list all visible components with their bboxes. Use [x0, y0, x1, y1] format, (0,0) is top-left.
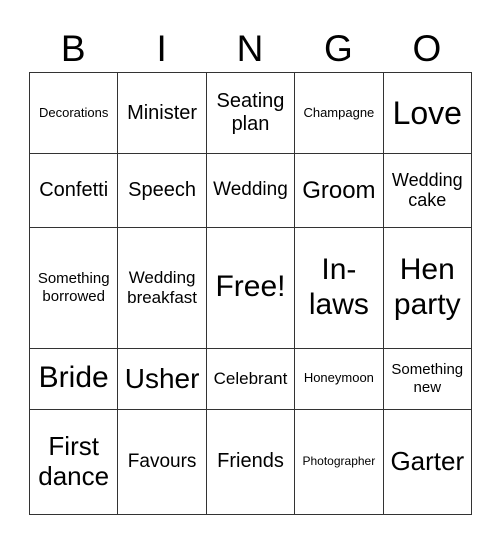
- bingo-cell[interactable]: Love: [382, 71, 473, 155]
- bingo-grid: Decorations Minister Seating plan Champa…: [28, 71, 473, 516]
- header-letter-g: G: [324, 28, 353, 69]
- bingo-cell[interactable]: Celebrant: [205, 347, 296, 410]
- bingo-cell[interactable]: Wedding breakfast: [117, 226, 207, 349]
- grid-row: Confetti Speech Wedding Groom Wedding ca…: [28, 153, 473, 228]
- bingo-cell[interactable]: Hen party: [382, 226, 473, 349]
- bingo-cell[interactable]: Honeymoon: [294, 347, 384, 410]
- bingo-cell[interactable]: Seating plan: [205, 71, 296, 155]
- header-letter-o: O: [412, 28, 442, 69]
- bingo-cell[interactable]: Confetti: [28, 153, 119, 228]
- bingo-cell[interactable]: Minister: [117, 71, 207, 155]
- bingo-cell[interactable]: Something new: [382, 347, 473, 410]
- bingo-cell[interactable]: First dance: [28, 408, 119, 516]
- bingo-cell[interactable]: Usher: [117, 347, 207, 410]
- bingo-cell[interactable]: Decorations: [28, 71, 119, 155]
- bingo-cell[interactable]: Wedding cake: [382, 153, 473, 228]
- grid-row: First dance Favours Friends Photographer…: [28, 408, 473, 516]
- bingo-cell[interactable]: Something borrowed: [28, 226, 119, 349]
- bingo-cell[interactable]: Champagne: [294, 71, 384, 155]
- grid-row: Decorations Minister Seating plan Champa…: [28, 71, 473, 155]
- bingo-header: B I N G O: [29, 26, 471, 72]
- bingo-cell[interactable]: Bride: [28, 347, 119, 410]
- bingo-cell[interactable]: Friends: [205, 408, 296, 516]
- bingo-cell[interactable]: In-laws: [294, 226, 384, 349]
- bingo-cell[interactable]: Wedding: [205, 153, 296, 228]
- free-cell[interactable]: Free!: [205, 226, 296, 349]
- bingo-cell[interactable]: Groom: [294, 153, 384, 228]
- header-letter-n: N: [236, 28, 264, 69]
- header-letter-i: I: [156, 28, 167, 69]
- bingo-cell[interactable]: Speech: [117, 153, 207, 228]
- header-letter-b: B: [60, 28, 86, 69]
- bingo-cell[interactable]: Favours: [117, 408, 207, 516]
- bingo-cell[interactable]: Garter: [382, 408, 473, 516]
- grid-row: Something borrowed Wedding breakfast Fre…: [28, 226, 473, 349]
- grid-row: Bride Usher Celebrant Honeymoon Somethin…: [28, 347, 473, 410]
- bingo-cell[interactable]: Photographer: [294, 408, 384, 516]
